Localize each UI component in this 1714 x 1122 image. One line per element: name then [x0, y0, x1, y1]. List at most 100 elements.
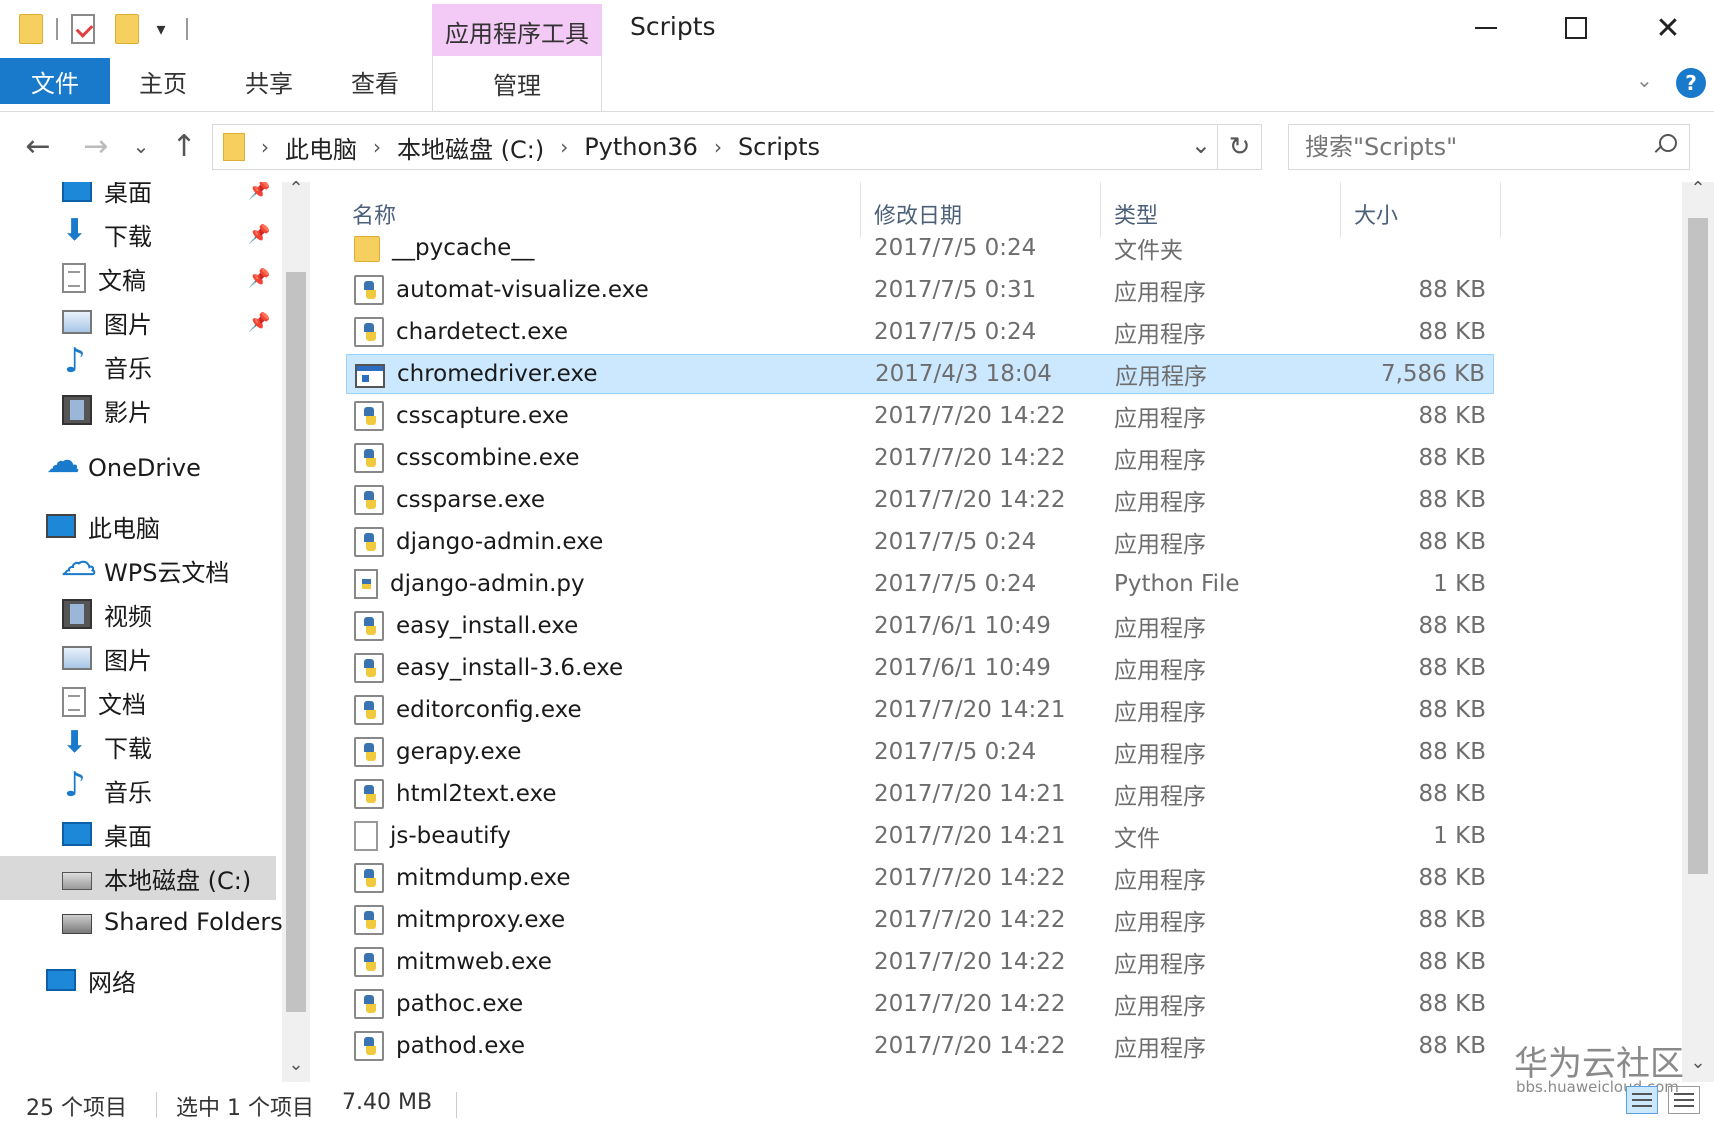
scroll-down-arrow-icon[interactable]: ⌄	[282, 1054, 310, 1075]
nav-item-music[interactable]: 音乐	[62, 765, 152, 812]
chevron-right-icon[interactable]: ›	[554, 135, 574, 159]
forward-button[interactable]: →	[76, 128, 116, 164]
search-icon[interactable]	[1653, 134, 1677, 156]
breadcrumb-scripts[interactable]: Scripts	[728, 133, 830, 161]
nav-item-documents-pinned[interactable]: 文稿	[62, 256, 146, 300]
maximize-button[interactable]	[1546, 6, 1606, 50]
file-date: 2017/7/5 0:24	[874, 529, 1037, 555]
quick-access-folder-button[interactable]	[14, 10, 48, 48]
python-exe-icon	[354, 485, 384, 515]
file-type: 应用程序	[1114, 322, 1206, 348]
scroll-up-arrow-icon[interactable]: ⌃	[1682, 178, 1714, 199]
file-row-selected[interactable]: chromedriver.exe 2017/4/3 18:04 应用程序 7,5…	[346, 354, 1494, 394]
search-box[interactable]	[1288, 124, 1690, 170]
chevron-right-icon[interactable]: ›	[708, 135, 728, 159]
nav-item-label: 下载	[104, 734, 152, 763]
nav-item-desktop-pinned[interactable]: 桌面	[62, 182, 152, 212]
file-row[interactable]: gerapy.exe 2017/7/5 0:24 应用程序 88 KB	[346, 732, 1494, 772]
nav-item-downloads[interactable]: 下载	[62, 724, 152, 768]
help-icon[interactable]: ?	[1676, 68, 1706, 98]
customize-toolbar-button[interactable]: ▾	[144, 10, 178, 48]
refresh-button[interactable]: ↻	[1217, 125, 1261, 169]
file-row[interactable]: chardetect.exe 2017/7/5 0:24 应用程序 88 KB	[346, 312, 1494, 352]
recent-locations-button[interactable]: ⌄	[128, 128, 154, 164]
file-row[interactable]: django-admin.exe 2017/7/5 0:24 应用程序 88 K…	[346, 522, 1494, 562]
file-row[interactable]: editorconfig.exe 2017/7/20 14:21 应用程序 88…	[346, 690, 1494, 730]
pin-icon[interactable]: 📌	[248, 268, 270, 289]
nav-item-videos[interactable]: 视频	[62, 592, 152, 636]
file-name: editorconfig.exe	[396, 697, 582, 723]
nav-item-shared-folders[interactable]: Shared Folders	[62, 900, 282, 944]
nav-item-pictures-pinned[interactable]: 图片	[62, 300, 152, 344]
nav-item-network[interactable]: 网络	[46, 958, 136, 1002]
file-row[interactable]: __pycache__ 2017/7/5 0:24 文件夹	[346, 228, 1494, 268]
pin-icon[interactable]: 📌	[248, 224, 270, 245]
breadcrumb-local-disk[interactable]: 本地磁盘 (C:)	[387, 130, 554, 165]
back-button[interactable]: ←	[18, 128, 58, 164]
file-row[interactable]: js-beautify 2017/7/20 14:21 文件 1 KB	[346, 816, 1494, 856]
minimize-button[interactable]	[1456, 6, 1516, 50]
scroll-down-arrow-icon[interactable]: ⌄	[1682, 1052, 1714, 1073]
nav-item-wps-cloud[interactable]: WPS云文档	[62, 543, 229, 592]
file-row[interactable]: mitmweb.exe 2017/7/20 14:22 应用程序 88 KB	[346, 942, 1494, 982]
file-date: 2017/7/20 14:22	[874, 949, 1066, 975]
file-row[interactable]: django-admin.py 2017/7/5 0:24 Python Fil…	[346, 564, 1494, 604]
properties-button[interactable]	[66, 10, 100, 48]
up-button[interactable]: ↑	[166, 128, 202, 164]
file-row[interactable]: csscombine.exe 2017/7/20 14:22 应用程序 88 K…	[346, 438, 1494, 478]
nav-item-local-disk-c[interactable]: 本地磁盘 (C:)	[0, 856, 276, 900]
file-row[interactable]: easy_install.exe 2017/6/1 10:49 应用程序 88 …	[346, 606, 1494, 646]
file-row[interactable]: html2text.exe 2017/7/20 14:21 应用程序 88 KB	[346, 774, 1494, 814]
file-size: 88 KB	[1418, 781, 1486, 807]
nav-item-downloads-pinned[interactable]: 下载	[62, 212, 152, 256]
nav-item-movies-pinned[interactable]: 影片	[62, 388, 152, 432]
column-divider[interactable]	[1500, 182, 1501, 238]
pin-icon[interactable]: 📌	[248, 182, 270, 201]
pin-icon[interactable]: 📌	[248, 312, 270, 333]
status-separator	[156, 1092, 157, 1118]
file-date: 2017/7/20 14:22	[874, 907, 1066, 933]
file-row[interactable]: easy_install-3.6.exe 2017/6/1 10:49 应用程序…	[346, 648, 1494, 688]
tab-view[interactable]: 查看	[340, 56, 410, 106]
file-list-scrollbar[interactable]: ⌃ ⌄	[1682, 178, 1714, 1082]
scroll-up-arrow-icon[interactable]: ⌃	[282, 178, 310, 199]
chevron-right-icon[interactable]: ›	[367, 135, 387, 159]
new-folder-button[interactable]	[110, 10, 144, 48]
navigation-pane-scrollbar[interactable]: ⌃ ⌄	[282, 178, 310, 1082]
file-row[interactable]: pathoc.exe 2017/7/20 14:22 应用程序 88 KB	[346, 984, 1494, 1024]
breadcrumb-python36[interactable]: Python36	[574, 133, 708, 161]
scrollbar-thumb[interactable]	[1688, 218, 1708, 874]
folder-icon	[223, 133, 245, 161]
chevron-right-icon[interactable]: ›	[255, 135, 275, 159]
ribbon-expand-icon[interactable]: ⌄	[1636, 68, 1653, 92]
tab-manage[interactable]: 管理	[432, 56, 602, 111]
computer-icon	[46, 514, 76, 538]
nav-item-music-pinned[interactable]: 音乐	[62, 341, 152, 388]
file-row[interactable]: mitmproxy.exe 2017/7/20 14:22 应用程序 88 KB	[346, 900, 1494, 940]
nav-item-desktop[interactable]: 桌面	[62, 812, 152, 856]
address-bar[interactable]: › 此电脑 › 本地磁盘 (C:) › Python36 › Scripts ⌄…	[212, 124, 1262, 170]
tab-share[interactable]: 共享	[234, 56, 304, 106]
scrollbar-thumb[interactable]	[286, 272, 306, 1012]
file-row[interactable]: csscapture.exe 2017/7/20 14:22 应用程序 88 K…	[346, 396, 1494, 436]
file-row[interactable]: automat-visualize.exe 2017/7/5 0:31 应用程序…	[346, 270, 1494, 310]
tab-file[interactable]: 文件	[0, 58, 110, 104]
breadcrumb-this-pc[interactable]: 此电脑	[275, 130, 367, 165]
file-type: 应用程序	[1115, 364, 1207, 390]
address-dropdown-icon[interactable]: ⌄	[1191, 131, 1211, 159]
file-row[interactable]: pathod.exe 2017/7/20 14:22 应用程序 88 KB	[346, 1026, 1494, 1066]
close-button[interactable]: ✕	[1638, 6, 1698, 50]
file-row[interactable]: mitmdump.exe 2017/7/20 14:22 应用程序 88 KB	[346, 858, 1494, 898]
python-exe-icon	[354, 779, 384, 809]
tab-home[interactable]: 主页	[128, 56, 198, 106]
nav-item-pictures[interactable]: 图片	[62, 636, 152, 680]
nav-item-onedrive[interactable]: OneDrive	[46, 441, 201, 490]
file-type: 应用程序	[1114, 448, 1206, 474]
nav-item-documents[interactable]: 文档	[62, 680, 146, 724]
details-view-button[interactable]	[1626, 1086, 1658, 1114]
large-icons-view-button[interactable]	[1668, 1086, 1700, 1114]
search-input[interactable]	[1305, 133, 1635, 161]
nav-item-label: OneDrive	[88, 454, 201, 482]
nav-item-this-pc[interactable]: 此电脑	[46, 504, 160, 548]
file-row[interactable]: cssparse.exe 2017/7/20 14:22 应用程序 88 KB	[346, 480, 1494, 520]
